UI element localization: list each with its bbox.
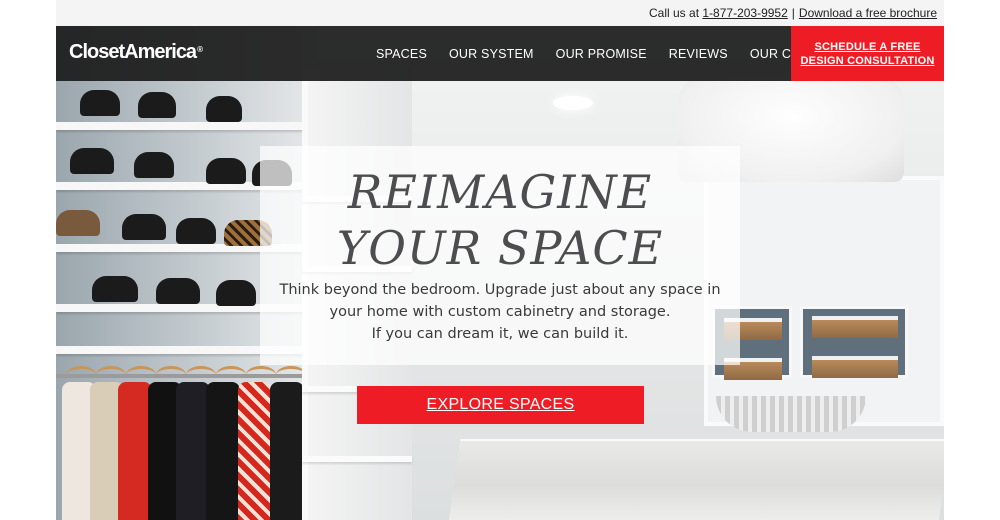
utility-separator: | [791,6,795,20]
hero-text-panel: REIMAGINE YOUR SPACE Think beyond the be… [260,146,740,365]
logo-text: ClosetAmerica [69,41,197,63]
utility-bar: Call us at 1-877-203-9952 | Download a f… [56,0,944,26]
nav-item-our-promise[interactable]: OUR PROMISE [556,47,647,61]
schedule-consultation-button[interactable]: SCHEDULE A FREE DESIGN CONSULTATION [791,26,944,81]
phone-link[interactable]: 1-877-203-9952 [702,6,787,20]
brochure-link[interactable]: Download a free brochure [799,6,937,20]
tagline-line-1: Think beyond the bedroom. Upgrade just a… [279,282,721,298]
hero-tagline: Think beyond the bedroom. Upgrade just a… [260,279,740,345]
hero-headline: REIMAGINE YOUR SPACE [260,164,740,276]
call-us-label: Call us at [649,6,700,20]
closetamerica-logo[interactable]: ClosetAmerica ® [69,41,203,64]
nav-item-spaces[interactable]: SPACES [376,47,427,61]
main-navigation: ClosetAmerica ® SPACES OUR SYSTEM OUR PR… [56,26,944,81]
tagline-line-2: your home with custom cabinetry and stor… [329,304,671,320]
registered-mark: ® [197,45,203,54]
headline-line-1: REIMAGINE [347,165,653,219]
tagline-line-3: If you can dream it, we can build it. [371,326,629,342]
nav-item-our-system[interactable]: OUR SYSTEM [449,47,534,61]
headline-line-2: YOUR SPACE [336,221,664,275]
nav-item-reviews[interactable]: REVIEWS [669,47,728,61]
explore-spaces-button[interactable]: EXPLORE SPACES [357,386,644,424]
